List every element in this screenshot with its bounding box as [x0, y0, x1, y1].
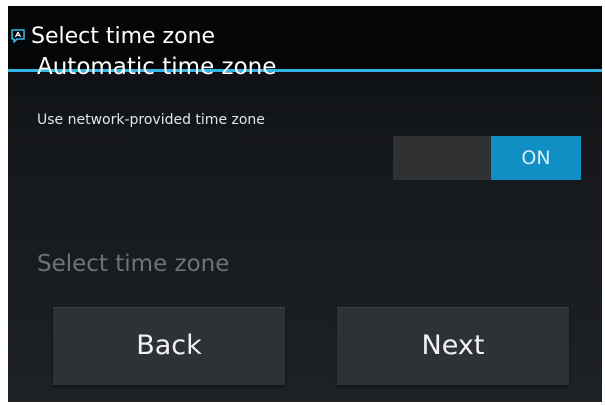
select-time-zone-item: Select time zone [37, 251, 230, 277]
automatic-time-zone-toggle[interactable]: ON [393, 136, 581, 180]
toggle-on-thumb: ON [491, 136, 581, 180]
dialog-screen: Select time zone Automatic time zone Use… [8, 6, 602, 402]
next-button[interactable]: Next [337, 307, 569, 385]
alert-chat-icon [10, 28, 26, 44]
back-button[interactable]: Back [53, 307, 285, 385]
automatic-time-zone-title: Automatic time zone [37, 54, 277, 80]
automatic-time-zone-summary: Use network-provided time zone [37, 112, 265, 128]
dialog-title: Select time zone [31, 24, 216, 49]
